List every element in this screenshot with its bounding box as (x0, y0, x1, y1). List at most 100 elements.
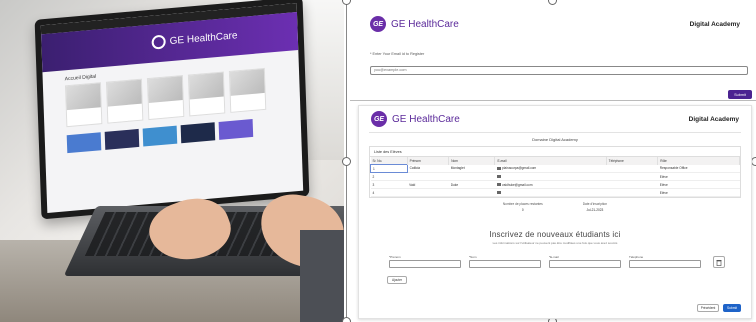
phone-field[interactable] (629, 260, 701, 268)
laptop-screen: GE HealthCare Accueil Digital (34, 0, 310, 220)
cell: Responsable Office (657, 164, 740, 173)
email-cell: vaidhuke@gmail.com (494, 180, 607, 189)
header-title: Digital Academy (688, 115, 739, 123)
screen-card (105, 78, 144, 124)
table-row: 1 Catlicia Montaglet plainacurpa@gmail.c… (370, 164, 740, 173)
field-label: *Prénom (389, 255, 401, 259)
laptop-photo: GE HealthCare Accueil Digital (0, 0, 344, 322)
student-enrollment-card: GE GE HealthCare Digital Academy Domaine… (358, 105, 752, 319)
remaining-seats: Nombre de places restantes 0 (503, 202, 543, 212)
footer-actions: Précédent Submit (697, 304, 741, 312)
email-text: vaidhuke@gmail.com (501, 182, 533, 187)
brand-name: GE HealthCare (392, 113, 460, 125)
section-divider (350, 100, 756, 101)
screen-thumb (180, 122, 216, 144)
email-cell (494, 172, 607, 181)
meta-label: Date d'inscription (582, 202, 608, 206)
field-label: *Nom (469, 255, 477, 259)
ge-seal-icon (151, 34, 166, 50)
signup-title: Inscrivez de nouveaux étudiants ici (489, 230, 621, 239)
cell (606, 180, 658, 189)
mail-icon (496, 175, 501, 179)
cell (407, 172, 449, 181)
enrollment-meta: Nombre de places restantes 0 Date d'insc… (359, 202, 751, 212)
student-table: Sr. No. Prénom Nom E-mail Téléphone Rôle… (370, 157, 740, 197)
screen-logo: GE HealthCare (151, 28, 238, 50)
email-label: * Enter Your Email id to Register (370, 52, 425, 56)
previous-button[interactable]: Précédent (697, 304, 719, 312)
new-student-fields: *Prénom *Nom *E-mail Téléphone (389, 255, 751, 268)
domain-title: Domaine Digital Academy (532, 137, 578, 142)
mail-icon (496, 183, 501, 187)
email-cell: plainacurpa@gmail.com (494, 164, 607, 173)
ge-seal-icon: GE (371, 111, 387, 127)
header: GE GE HealthCare Digital Academy (359, 106, 751, 132)
table-row: 4 Elève (370, 188, 740, 197)
cell (606, 172, 658, 181)
column-header[interactable]: E-mail (494, 157, 607, 165)
cell: Elève (657, 172, 740, 181)
registration-date: Date d'inscription Jul-21-2023 (583, 202, 607, 212)
cell (448, 172, 495, 181)
screen-card (64, 82, 103, 128)
cell (448, 188, 495, 197)
cell: Montaglet (448, 164, 495, 173)
field-label: Téléphone (629, 255, 644, 259)
brand-name: GE HealthCare (391, 18, 459, 30)
brand: GE GE HealthCare (371, 111, 460, 127)
email-register-card: GE GE HealthCare Digital Academy * Enter… (358, 10, 752, 100)
cell: 3 (370, 180, 408, 189)
meta-value: 0 (521, 208, 524, 212)
student-email-field[interactable] (549, 260, 621, 268)
first-name-group: *Prénom (389, 255, 461, 268)
cell[interactable]: 1 (370, 164, 408, 173)
header: GE GE HealthCare Digital Academy (358, 10, 752, 38)
cell: 4 (370, 188, 408, 197)
meta-value: Jul-21-2023 (586, 208, 604, 212)
screen-card (228, 67, 267, 113)
first-name-field[interactable] (389, 260, 461, 268)
sleeve (300, 230, 344, 322)
cell (606, 188, 658, 197)
submit-button[interactable]: Submit (728, 90, 752, 99)
student-list: Liste des Elèves Sr. No. Prénom Nom E-ma… (369, 146, 741, 198)
table-row: 3 Vaid Duke vaidhuke@gmail.com Elève (370, 180, 740, 189)
signup-note: Les informations sur l'utilisateur ne pe… (492, 241, 618, 245)
mail-icon (496, 191, 501, 195)
cell: Catlicia (407, 164, 449, 173)
meta-label: Nombre de places restantes (502, 202, 543, 206)
submit-button[interactable]: Submit (723, 304, 741, 312)
column-header[interactable]: Sr. No. (370, 157, 408, 165)
brand: GE GE HealthCare (370, 16, 459, 32)
cell: 2 (370, 172, 408, 181)
mail-icon (496, 166, 501, 170)
email-field[interactable] (370, 65, 748, 75)
phone-group: Téléphone (629, 255, 701, 268)
column-header[interactable]: Rôle (657, 157, 740, 165)
column-header[interactable]: Téléphone (606, 157, 659, 165)
table-header-row: Sr. No. Prénom Nom E-mail Téléphone Rôle (370, 157, 740, 165)
cell (606, 164, 658, 173)
screen-brand-text: GE HealthCare (169, 29, 238, 47)
last-name-group: *Nom (469, 255, 541, 268)
registration-ui: GE GE HealthCare Digital Academy * Enter… (350, 0, 756, 322)
cell: Vaid (407, 180, 449, 189)
screen-thumb (142, 125, 178, 147)
delete-row-button[interactable] (713, 256, 725, 268)
column-header[interactable]: Nom (448, 157, 496, 165)
cell: Elève (657, 180, 740, 189)
email-group: *E-mail (549, 255, 621, 268)
screen-thumb (66, 132, 102, 154)
screen-card (187, 71, 226, 117)
screen-card (146, 75, 185, 121)
trash-icon (716, 259, 722, 266)
cell: Elève (657, 188, 740, 197)
header-divider (369, 132, 741, 133)
laptop-screen-content: GE HealthCare Accueil Digital (40, 3, 304, 213)
email-cell (494, 188, 607, 197)
column-header[interactable]: Prénom (407, 157, 450, 165)
last-name-field[interactable] (469, 260, 541, 268)
add-button[interactable]: Ajouter (387, 276, 407, 284)
ge-seal-icon: GE (370, 16, 386, 32)
table-row: 2 Elève (370, 172, 740, 181)
